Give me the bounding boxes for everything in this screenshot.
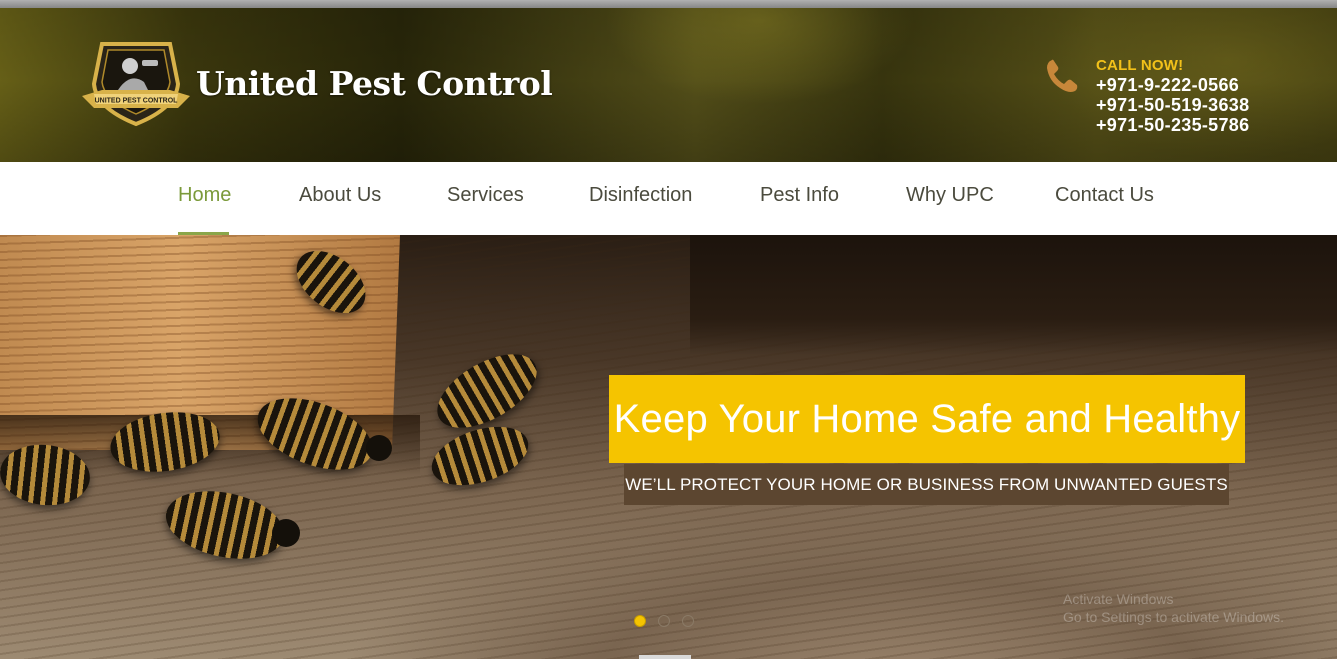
nav-item-why-upc[interactable]: Why UPC (906, 184, 994, 207)
nav-item-home[interactable]: Home (178, 184, 231, 207)
slider-dot-1[interactable] (634, 615, 646, 627)
nav-item-disinfection[interactable]: Disinfection (589, 184, 692, 207)
slider-dot-3[interactable] (682, 615, 694, 627)
hero-slider: Keep Your Home Safe and Healthy WE’LL PR… (0, 235, 1337, 659)
nav-item-pest-info[interactable]: Pest Info (760, 184, 839, 207)
activate-windows-watermark: Activate Windows Go to Settings to activ… (1063, 590, 1284, 626)
bee-head (272, 519, 300, 547)
logo-shield-icon[interactable]: UNITED PEST CONTROL (80, 38, 192, 130)
nav-item-contact-us[interactable]: Contact Us (1055, 184, 1154, 207)
bottom-scroll-tab (639, 655, 691, 659)
nav-item-about-us[interactable]: About Us (299, 184, 381, 207)
phone-number[interactable]: +971-9-222-0566 (1096, 75, 1249, 95)
bee-head (366, 435, 392, 461)
logo-ribbon-text: UNITED PEST CONTROL (95, 98, 179, 105)
watermark-title: Activate Windows (1063, 591, 1174, 607)
phone-icon (1047, 59, 1078, 92)
bee-image (424, 415, 536, 497)
nav-item-services[interactable]: Services (447, 184, 524, 207)
site-brand-name[interactable]: United Pest Control (196, 64, 553, 103)
watermark-subtitle: Go to Settings to activate Windows. (1063, 609, 1284, 625)
main-nav: Home About Us Services Disinfection Pest… (0, 162, 1337, 235)
slider-dot-2[interactable] (658, 615, 670, 627)
phone-number[interactable]: +971-50-519-3638 (1096, 95, 1249, 115)
hero-subline-box: WE’LL PROTECT YOUR HOME OR BUSINESS FROM… (624, 464, 1229, 505)
call-now-block: CALL NOW! +971-9-222-0566 +971-50-519-36… (1096, 57, 1249, 135)
hero-background-shadow (690, 235, 1337, 355)
hero-subline: WE’LL PROTECT YOUR HOME OR BUSINESS FROM… (625, 474, 1228, 494)
hero-headline-box: Keep Your Home Safe and Healthy (609, 375, 1245, 463)
site-header: UNITED PEST CONTROL United Pest Control … (0, 0, 1337, 162)
call-now-label: CALL NOW! (1096, 57, 1184, 74)
bee-image (159, 481, 291, 569)
hero-headline: Keep Your Home Safe and Healthy (613, 396, 1241, 441)
phone-number[interactable]: +971-50-235-5786 (1096, 115, 1249, 135)
